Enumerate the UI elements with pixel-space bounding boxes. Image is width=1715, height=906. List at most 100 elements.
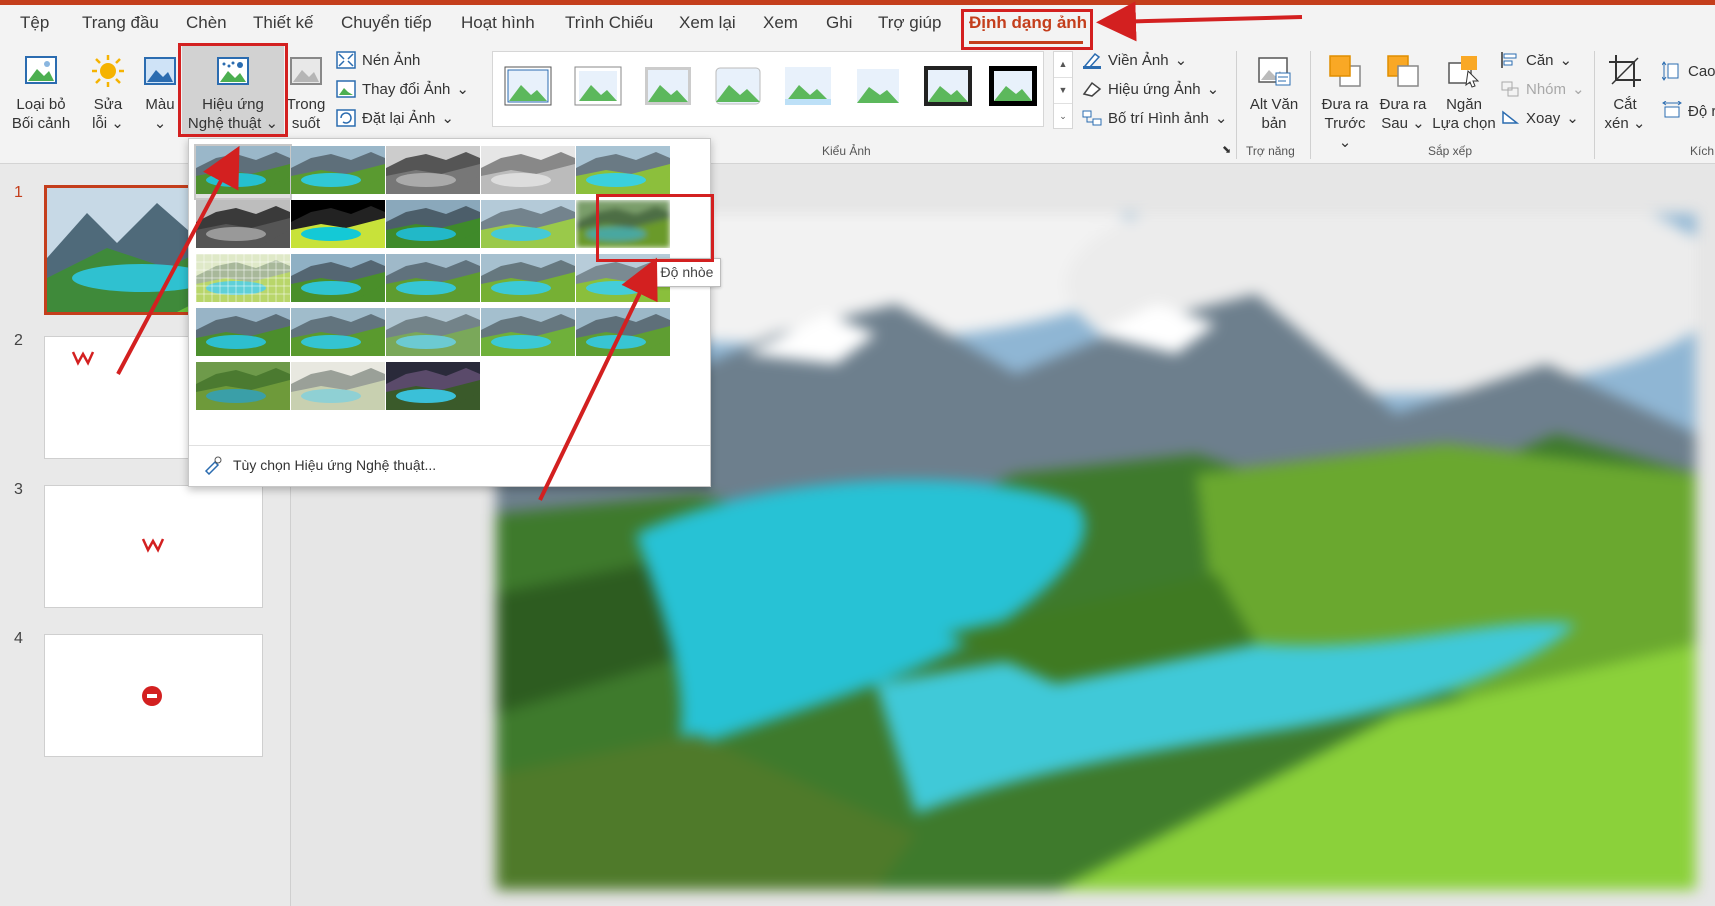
width-field[interactable]: Độ r: [1662, 101, 1715, 121]
slide-thumbnail-3[interactable]: [44, 485, 263, 608]
picture-style-6[interactable]: [853, 65, 903, 107]
selection-pane-button[interactable]: Ngăn Lựa chọn: [1432, 53, 1496, 133]
picture-styles-gallery: [492, 51, 1044, 127]
artistic-effect-9[interactable]: [481, 200, 575, 252]
picture-layout-button[interactable]: Bố trí Hình ảnh ⌄: [1082, 109, 1227, 127]
artistic-effect-10[interactable]: [576, 200, 670, 252]
tab-review[interactable]: Xem lại: [679, 13, 736, 33]
height-field[interactable]: Cao: [1662, 61, 1715, 81]
bring-forward-icon: [1329, 55, 1361, 87]
styles-gallery-scroll[interactable]: ▲ ▼ ⌄: [1053, 51, 1073, 129]
transparency-label-2: suốt: [291, 115, 321, 132]
artistic-effect-1[interactable]: [194, 144, 292, 200]
picture-style-4[interactable]: [713, 65, 763, 107]
color-label: Màu: [145, 96, 175, 113]
picture-style-7[interactable]: [923, 65, 973, 107]
change-picture-button[interactable]: Thay đổi Ảnh ⌄: [336, 80, 469, 98]
artistic-effect-13[interactable]: [386, 254, 480, 306]
artistic-effects-button[interactable]: Hiệu ứng Nghệ thuật ⌄: [182, 45, 284, 137]
artistic-effects-options-label: Tùy chọn Hiệu ứng Nghệ thuật...: [233, 457, 437, 473]
group-button[interactable]: Nhóm ⌄: [1500, 80, 1585, 98]
artistic-effect-23[interactable]: [386, 362, 480, 414]
artistic-effect-14[interactable]: [481, 254, 575, 306]
artistic-effect-preview: [196, 308, 290, 356]
bring-forward-button[interactable]: Đưa ra Trước ⌄: [1318, 53, 1372, 152]
picture-border-button[interactable]: Viền Ảnh ⌄: [1082, 51, 1187, 69]
compress-label: Nén Ảnh: [362, 51, 421, 69]
alt-text-button[interactable]: Alt Văn bản: [1246, 53, 1302, 133]
tab-animations[interactable]: Hoạt hình: [461, 13, 535, 33]
artistic-effect-22[interactable]: [291, 362, 385, 414]
tab-picture-format[interactable]: Định dạng ảnh: [969, 13, 1087, 33]
artistic-effects-options-item[interactable]: Tùy chọn Hiệu ứng Nghệ thuật...: [203, 455, 436, 475]
artistic-effect-18[interactable]: [386, 308, 480, 360]
chevron-down-icon: ⌄: [153, 115, 167, 132]
artistic-effect-16[interactable]: [196, 308, 290, 360]
tab-record[interactable]: Ghi: [826, 13, 852, 33]
crop-label-1: Cắt: [1613, 96, 1637, 113]
color-button[interactable]: Màu ⌄: [140, 53, 180, 133]
compress-pictures-button[interactable]: Nén Ảnh: [336, 51, 420, 69]
tab-view[interactable]: Xem: [763, 13, 798, 33]
picture-style-8[interactable]: [988, 65, 1038, 107]
align-button[interactable]: Căn ⌄: [1500, 51, 1572, 69]
bring-forward-label-1: Đưa ra: [1321, 96, 1369, 113]
remove-background-button[interactable]: Loại bỏ Bối cảnh: [8, 53, 74, 133]
artistic-effect-5[interactable]: [576, 146, 670, 198]
change-picture-icon: [336, 80, 356, 98]
rotate-icon: [1502, 110, 1520, 124]
alt-text-icon: [1258, 57, 1291, 86]
reset-picture-button[interactable]: Đặt lại Ảnh ⌄: [336, 109, 454, 127]
scroll-up-icon[interactable]: ▲: [1054, 52, 1072, 78]
chevron-down-icon: ⌄: [1632, 115, 1646, 132]
tab-slideshow[interactable]: Trình Chiếu: [565, 13, 653, 33]
slide-thumbnail-4[interactable]: [44, 634, 263, 757]
artistic-effect-preview: [386, 146, 480, 194]
artistic-effects-icon: [217, 57, 249, 85]
tab-design[interactable]: Thiết kế: [253, 13, 313, 33]
artistic-effect-11[interactable]: [196, 254, 290, 306]
alt-text-label-1: Alt Văn: [1249, 96, 1299, 113]
dialog-launcher-icon[interactable]: ⬊: [1222, 143, 1231, 156]
align-label: Căn: [1526, 51, 1554, 69]
tab-home[interactable]: Trang đầu: [82, 13, 159, 33]
picture-style-2[interactable]: [573, 65, 623, 107]
artistic-effect-7[interactable]: [291, 200, 385, 252]
crop-label-2: xén: [1604, 115, 1629, 132]
artistic-effect-8[interactable]: [386, 200, 480, 252]
artistic-effect-12[interactable]: [291, 254, 385, 306]
tab-help[interactable]: Trợ giúp: [878, 13, 941, 33]
artistic-effect-17[interactable]: [291, 308, 385, 360]
artistic-effect-4[interactable]: [481, 146, 575, 198]
artistic-effect-6[interactable]: [196, 200, 290, 252]
height-icon: [1662, 61, 1679, 81]
slide-number: 4: [14, 630, 23, 647]
picture-style-5[interactable]: [783, 65, 833, 107]
rotate-button[interactable]: Xoay ⌄: [1500, 109, 1579, 127]
picture-style-1[interactable]: [503, 65, 553, 107]
artistic-effect-preview: [291, 254, 385, 302]
bring-forward-label-2: Trước: [1324, 115, 1366, 132]
tab-transitions[interactable]: Chuyển tiếp: [341, 13, 432, 33]
artistic-effect-2[interactable]: [291, 146, 385, 198]
more-styles-icon[interactable]: ⌄: [1054, 104, 1072, 129]
corrections-button[interactable]: Sửa lỗi ⌄: [88, 53, 128, 133]
artistic-effect-20[interactable]: [576, 308, 670, 360]
compress-icon: [336, 51, 356, 69]
artistic-effect-3[interactable]: [386, 146, 480, 198]
artistic-effect-19[interactable]: [481, 308, 575, 360]
crop-button[interactable]: Cắt xén ⌄: [1602, 53, 1648, 133]
tab-file[interactable]: Tệp: [20, 13, 49, 33]
tab-insert[interactable]: Chèn: [186, 13, 227, 33]
scroll-down-icon[interactable]: ▼: [1054, 78, 1072, 104]
remove-bg-label-2: Bối cảnh: [11, 115, 71, 132]
group-divider: [1310, 51, 1311, 159]
send-backward-button[interactable]: Đưa ra Sau ⌄: [1376, 53, 1430, 133]
picture-style-3[interactable]: [643, 65, 693, 107]
group-label: Nhóm: [1526, 80, 1567, 98]
artistic-effect-21[interactable]: [196, 362, 290, 414]
artistic-effect-preview: [481, 254, 575, 302]
corrections-label-2: lỗi: [92, 115, 108, 132]
picture-effects-button[interactable]: Hiệu ứng Ảnh ⌄: [1082, 80, 1219, 98]
picture-styles-group-label: Kiểu Ảnh: [822, 144, 871, 158]
